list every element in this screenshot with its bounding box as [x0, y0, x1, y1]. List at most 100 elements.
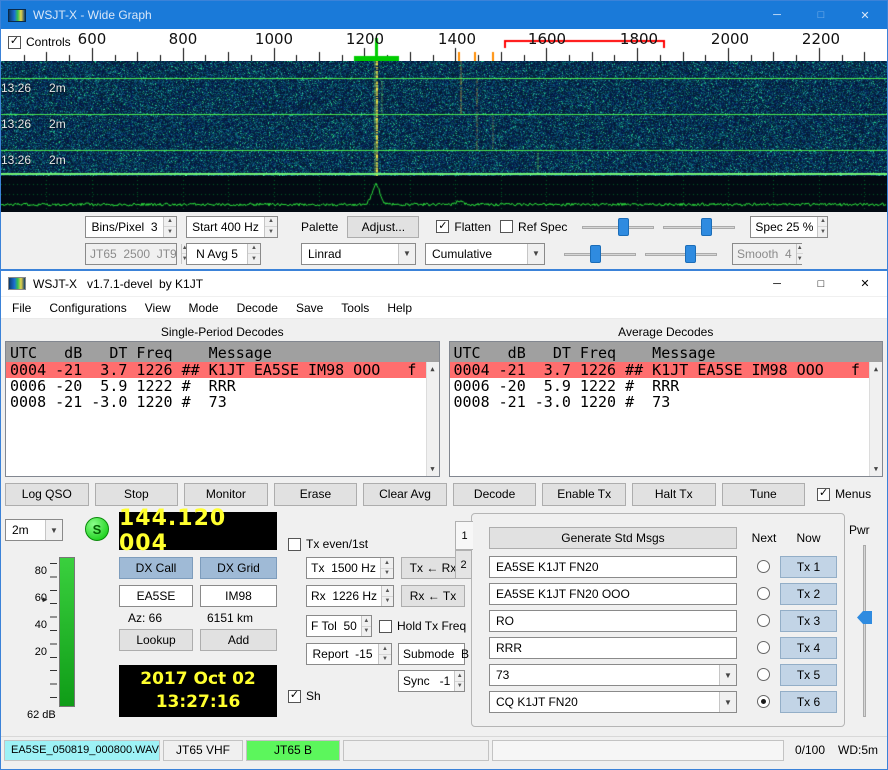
tx-freq-spinner[interactable]: Tx 1500 Hz ▲▼ — [306, 557, 394, 579]
checkbox-checked-icon[interactable] — [8, 36, 21, 49]
dx-grid-field[interactable]: IM98 — [200, 585, 277, 607]
tx-2-button[interactable]: Tx 2 — [780, 583, 837, 605]
decode-row[interactable]: 0006 -20 5.9 1222 # RRR — [6, 378, 439, 394]
maximize-icon[interactable]: □ — [799, 1, 843, 29]
waterfall[interactable]: 13:26 2m 13:26 2m 13:26 2m — [1, 61, 887, 176]
slider-handle[interactable] — [618, 218, 629, 236]
log-qso-button[interactable]: Log QSO — [5, 483, 89, 506]
spin-up-icon[interactable]: ▲ — [381, 558, 393, 569]
generate-std-msgs-button[interactable]: Generate Std Msgs — [489, 527, 737, 549]
menu-mode[interactable]: Mode — [180, 297, 228, 318]
spin-up-icon[interactable]: ▲ — [379, 644, 391, 655]
slider-handle[interactable] — [701, 218, 712, 236]
spin-up-icon[interactable]: ▲ — [164, 217, 176, 228]
spin-up-icon[interactable]: ▲ — [818, 217, 827, 228]
spin-down-icon[interactable]: ▼ — [455, 682, 464, 692]
tx-message-1-field[interactable]: EA5SE K1JT FN20 — [489, 556, 737, 578]
rx-freq-spinner[interactable]: Rx 1226 Hz ▲▼ — [306, 585, 394, 607]
spin-up-icon[interactable]: ▲ — [265, 217, 277, 228]
tx-message-3-field[interactable]: RO — [489, 610, 737, 632]
next-radio-4[interactable] — [757, 641, 770, 654]
tx-message-5-combo[interactable]: 73 ▼ — [489, 664, 737, 686]
clear-avg-button[interactable]: Clear Avg — [363, 483, 447, 506]
chevron-down-icon[interactable]: ▼ — [719, 665, 736, 685]
chevron-down-icon[interactable]: ▼ — [719, 692, 736, 712]
scroll-down-icon[interactable]: ▼ — [430, 465, 434, 473]
lookup-button[interactable]: Lookup — [119, 629, 193, 651]
next-radio-6-selected[interactable] — [757, 695, 770, 708]
dx-call-button[interactable]: DX Call — [119, 557, 193, 579]
tx-even-checkbox[interactable]: Tx even/1st — [288, 537, 368, 551]
scroll-up-icon[interactable]: ▲ — [430, 365, 434, 373]
spin-down-icon[interactable]: ▼ — [265, 227, 277, 237]
frequency-scale[interactable]: 600 800 1000 1200 1400 1600 1800 2000 22… — [1, 29, 887, 61]
menu-tools[interactable]: Tools — [332, 297, 378, 318]
decode-row[interactable]: 0004 -21 3.7 1226 ## K1JT EA5SE IM98 OOO… — [6, 362, 439, 378]
slider-handle[interactable] — [590, 245, 601, 263]
waterfall-canvas[interactable] — [1, 61, 887, 176]
report-spinner[interactable]: Report -15 ▲▼ — [306, 643, 392, 665]
palette-combo[interactable]: Linrad ▼ — [301, 243, 416, 265]
f-tol-spinner[interactable]: F Tol 50 ▲▼ — [306, 615, 372, 637]
spin-up-icon[interactable]: ▲ — [382, 586, 393, 597]
next-radio-5[interactable] — [757, 668, 770, 681]
erase-button[interactable]: Erase — [274, 483, 358, 506]
pwr-slider[interactable] — [855, 545, 873, 717]
maximize-icon[interactable]: □ — [799, 271, 843, 296]
scrollbar[interactable]: ▲ ▼ — [869, 362, 882, 476]
rx-from-tx-button[interactable]: Rx ← Tx — [401, 585, 465, 607]
spin-down-icon[interactable]: ▼ — [362, 627, 371, 637]
menu-file[interactable]: File — [3, 297, 40, 318]
decode-row[interactable]: 0008 -21 -3.0 1220 # 73 — [450, 394, 883, 410]
decode-row[interactable]: 0004 -21 3.7 1226 ## K1JT EA5SE IM98 OOO… — [450, 362, 883, 378]
spectrum-gain-slider[interactable] — [564, 243, 636, 265]
next-radio-1[interactable] — [757, 560, 770, 573]
band-combo[interactable]: 2m ▼ — [5, 519, 63, 541]
decode-row[interactable]: 0006 -20 5.9 1222 # RRR — [450, 378, 883, 394]
dx-grid-button[interactable]: DX Grid — [200, 557, 277, 579]
sync-spinner[interactable]: Sync -1 ▲▼ — [398, 670, 465, 692]
menu-decode[interactable]: Decode — [228, 297, 287, 318]
spin-down-icon[interactable]: ▼ — [379, 655, 391, 665]
tab-messages-1[interactable]: 1 — [455, 521, 473, 550]
checkbox-unchecked-icon[interactable] — [288, 538, 301, 551]
controls-checkbox[interactable]: Controls — [8, 35, 75, 49]
tx-message-6-combo[interactable]: CQ K1JT FN20 ▼ — [489, 691, 737, 713]
tx-message-2-field[interactable]: EA5SE K1JT FN20 OOO — [489, 583, 737, 605]
menu-help[interactable]: Help — [378, 297, 421, 318]
spin-up-icon[interactable]: ▲ — [455, 671, 464, 682]
minimize-icon[interactable]: ─ — [755, 271, 799, 296]
ref-spec-checkbox[interactable]: Ref Spec — [500, 220, 567, 234]
start-freq-spinner[interactable]: Start 400 Hz ▲▼ — [186, 216, 278, 238]
submode-spinner[interactable]: Submode B ▲▼ — [398, 643, 465, 665]
menu-configurations[interactable]: Configurations — [40, 297, 135, 318]
chevron-down-icon[interactable]: ▼ — [398, 244, 415, 264]
tx-3-button[interactable]: Tx 3 — [780, 610, 837, 632]
spin-up-icon[interactable]: ▲ — [248, 244, 260, 255]
tx-1-button[interactable]: Tx 1 — [780, 556, 837, 578]
decode-button[interactable]: Decode — [453, 483, 537, 506]
spin-down-icon[interactable]: ▼ — [248, 254, 260, 264]
waterfall-zero-slider[interactable] — [663, 216, 735, 238]
spin-down-icon[interactable]: ▼ — [164, 227, 176, 237]
scroll-up-icon[interactable]: ▲ — [874, 365, 878, 373]
tune-button[interactable]: Tune — [722, 483, 806, 506]
stop-button[interactable]: Stop — [95, 483, 179, 506]
next-radio-3[interactable] — [757, 614, 770, 627]
sh-checkbox[interactable]: Sh — [288, 689, 321, 703]
checkbox-unchecked-icon[interactable] — [379, 620, 392, 633]
n-avg-spinner[interactable]: N Avg 5 ▲▼ — [186, 243, 261, 265]
spec-percent-spinner[interactable]: Spec 25 % ▲▼ — [750, 216, 828, 238]
scrollbar[interactable]: ▲ ▼ — [426, 362, 439, 476]
tx-4-button[interactable]: Tx 4 — [780, 637, 837, 659]
checkbox-checked-icon[interactable] — [817, 488, 830, 501]
enable-tx-button[interactable]: Enable Tx — [542, 483, 626, 506]
halt-tx-button[interactable]: Halt Tx — [632, 483, 716, 506]
close-icon[interactable]: ✕ — [843, 1, 887, 29]
spin-down-icon[interactable]: ▼ — [382, 597, 393, 607]
minimize-icon[interactable]: ─ — [755, 1, 799, 29]
slider-handle[interactable] — [857, 611, 872, 624]
menu-view[interactable]: View — [136, 297, 180, 318]
checkbox-checked-icon[interactable] — [436, 220, 449, 233]
tx-6-button[interactable]: Tx 6 — [780, 691, 837, 713]
